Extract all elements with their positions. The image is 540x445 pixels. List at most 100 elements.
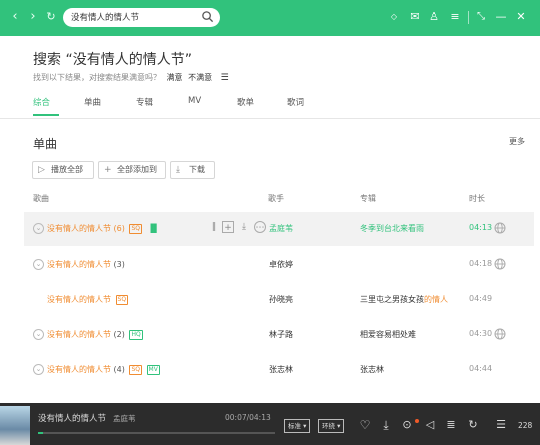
chevron-down-icon[interactable]: ⌄: [33, 364, 44, 375]
tab-lyrics[interactable]: 歌词: [287, 96, 304, 108]
back-icon[interactable]: ‹: [8, 10, 22, 24]
table-row[interactable]: ⌄ 没有情人的情人节 (4) SQ MV 张志林 张志林 04:44: [24, 353, 534, 387]
download-label: 下载: [189, 165, 205, 174]
album-cell[interactable]: 相爱容易相处难: [360, 329, 416, 340]
column-duration: 时长: [469, 194, 485, 203]
player-bar: 没有情人的情人节 孟庭苇 00:07/04:13 标准 ▾ 环绕 ▾ ♡ ⤓ ⊙…: [0, 403, 540, 445]
add-icon[interactable]: +: [222, 221, 234, 233]
album-cover[interactable]: [0, 406, 30, 445]
download-button[interactable]: ⤓ 下载: [170, 161, 215, 179]
sq-badge: SQ: [129, 365, 142, 375]
song-name-cell[interactable]: 没有情人的情人节 (2) HQ: [47, 329, 143, 340]
pause-icon[interactable]: ‖: [208, 221, 220, 233]
progress-fill: [38, 432, 43, 434]
album-name[interactable]: 三里屯之男孩女孩: [360, 295, 424, 304]
feedback-icon[interactable]: ☰: [221, 73, 229, 83]
song-name-cell[interactable]: 没有情人的情人节 (4) SQ MV: [47, 364, 160, 375]
vip-icon[interactable]: ◇: [384, 10, 404, 24]
tab-albums[interactable]: 专辑: [136, 96, 153, 108]
mv-badge[interactable]: MV: [146, 365, 160, 375]
song-name[interactable]: 没有情人的情人节: [47, 224, 111, 233]
lyrics-icon[interactable]: ≣: [444, 417, 458, 433]
plus-icon: +: [104, 165, 112, 175]
song-version: (3): [113, 260, 125, 269]
mail-icon[interactable]: ✉: [408, 10, 422, 24]
singer-cell[interactable]: 张志林: [269, 364, 293, 375]
active-tab-underline: [33, 114, 59, 116]
tab-mv[interactable]: MV: [188, 96, 201, 106]
repeat-icon[interactable]: ↻: [466, 417, 480, 433]
play-icon: ▷: [38, 165, 45, 175]
search-icon[interactable]: [201, 10, 214, 23]
satisfied-link[interactable]: 满意: [167, 73, 183, 82]
chevron-down-icon[interactable]: ⌄: [33, 259, 44, 270]
song-name-cell[interactable]: 没有情人的情人节 (6) SQ ▐▌: [47, 223, 160, 234]
mini-mode-icon[interactable]: ⤡: [474, 10, 488, 24]
topbar-divider: [468, 11, 469, 24]
duration-cell: 04:30: [469, 329, 493, 338]
song-name-cell[interactable]: 没有情人的情人节 SQ: [47, 294, 129, 305]
table-row[interactable]: ⌄ 没有情人的情人节 (2) HQ 林子路 相爱容易相处难 04:30: [24, 318, 534, 352]
play-all-label: 播放全部: [51, 165, 83, 174]
download-icon[interactable]: ⤓: [238, 221, 250, 233]
tab-all[interactable]: 综合: [33, 96, 50, 108]
unsatisfied-link[interactable]: 不满意: [188, 73, 212, 82]
chevron-down-icon[interactable]: ⌄: [33, 223, 44, 234]
close-icon[interactable]: ✕: [514, 10, 528, 24]
more-icon[interactable]: ⋯: [254, 221, 266, 233]
song-name[interactable]: 没有情人的情人节: [47, 295, 111, 304]
duration-cell: 04:49: [469, 294, 493, 303]
song-name[interactable]: 没有情人的情人节: [47, 260, 111, 269]
more-link[interactable]: 更多: [509, 136, 525, 147]
album-cell[interactable]: 冬季到台北来看雨: [360, 223, 424, 234]
refresh-icon[interactable]: ↻: [44, 10, 58, 24]
forward-icon[interactable]: ›: [26, 10, 40, 24]
minimize-icon[interactable]: —: [494, 10, 508, 24]
download-icon[interactable]: ⤓: [379, 417, 393, 433]
comment-icon[interactable]: ⊙: [400, 417, 414, 433]
column-song: 歌曲: [33, 194, 49, 203]
search-box[interactable]: 没有情人的情人节: [63, 8, 220, 27]
effect-label: 环绕: [322, 422, 335, 430]
volume-icon[interactable]: ◁: [423, 417, 437, 433]
album-match[interactable]: 的情人: [424, 295, 448, 304]
add-all-label: 全部添加到: [117, 165, 157, 174]
globe-icon[interactable]: [494, 328, 506, 340]
globe-icon[interactable]: [494, 258, 506, 270]
table-row[interactable]: ⌄ 没有情人的情人节 (3) 卓依婷 04:18: [24, 248, 534, 282]
singer-cell[interactable]: 孟庭苇: [269, 223, 293, 234]
playlist-icon[interactable]: ☰: [492, 417, 510, 433]
album-cell[interactable]: 三里屯之男孩女孩的情人: [360, 294, 448, 305]
effect-button[interactable]: 环绕 ▾: [318, 419, 345, 433]
notification-dot: [415, 419, 419, 423]
play-time: 00:07/04:13: [225, 413, 271, 422]
heart-icon[interactable]: ♡: [358, 417, 372, 433]
song-name[interactable]: 没有情人的情人节: [47, 365, 111, 374]
quality-button[interactable]: 标准 ▾: [284, 419, 311, 433]
now-playing-title[interactable]: 没有情人的情人节: [38, 412, 106, 424]
singer-cell[interactable]: 孙晓亮: [269, 294, 293, 305]
table-row[interactable]: ⌄ 没有情人的情人节 (6) SQ ▐▌ ‖ + ⤓ ⋯ 孟庭苇 冬季到台北来看…: [24, 212, 534, 246]
duration-cell: 04:13: [469, 223, 493, 232]
play-all-button[interactable]: ▷ 播放全部: [32, 161, 94, 179]
menu-icon[interactable]: ≡: [448, 10, 462, 24]
singer-cell[interactable]: 林子路: [269, 329, 293, 340]
chevron-down-icon[interactable]: ⌄: [33, 329, 44, 340]
add-all-button[interactable]: + 全部添加到: [98, 161, 166, 179]
globe-icon[interactable]: [494, 222, 506, 234]
singer-cell[interactable]: 卓依婷: [269, 259, 293, 270]
song-name-cell[interactable]: 没有情人的情人节 (3): [47, 259, 125, 270]
skin-icon[interactable]: ♙: [427, 10, 441, 24]
progress-bar[interactable]: [38, 432, 275, 434]
table-row[interactable]: 没有情人的情人节 SQ 孙晓亮 三里屯之男孩女孩的情人 04:49: [24, 283, 534, 317]
feedback-line: 找到以下结果，对搜索结果满意吗？ 满意 不满意 ☰: [33, 72, 229, 83]
tabs-divider: [0, 118, 540, 119]
tab-playlists[interactable]: 歌单: [237, 96, 254, 108]
album-cell[interactable]: 张志林: [360, 364, 384, 375]
search-input[interactable]: 没有情人的情人节: [71, 11, 139, 23]
song-name[interactable]: 没有情人的情人节: [47, 330, 111, 339]
now-playing-singer[interactable]: 孟庭苇: [113, 413, 136, 424]
tab-songs[interactable]: 单曲: [84, 96, 101, 108]
quality-label: 标准: [288, 422, 301, 430]
song-version: (4): [113, 365, 125, 374]
